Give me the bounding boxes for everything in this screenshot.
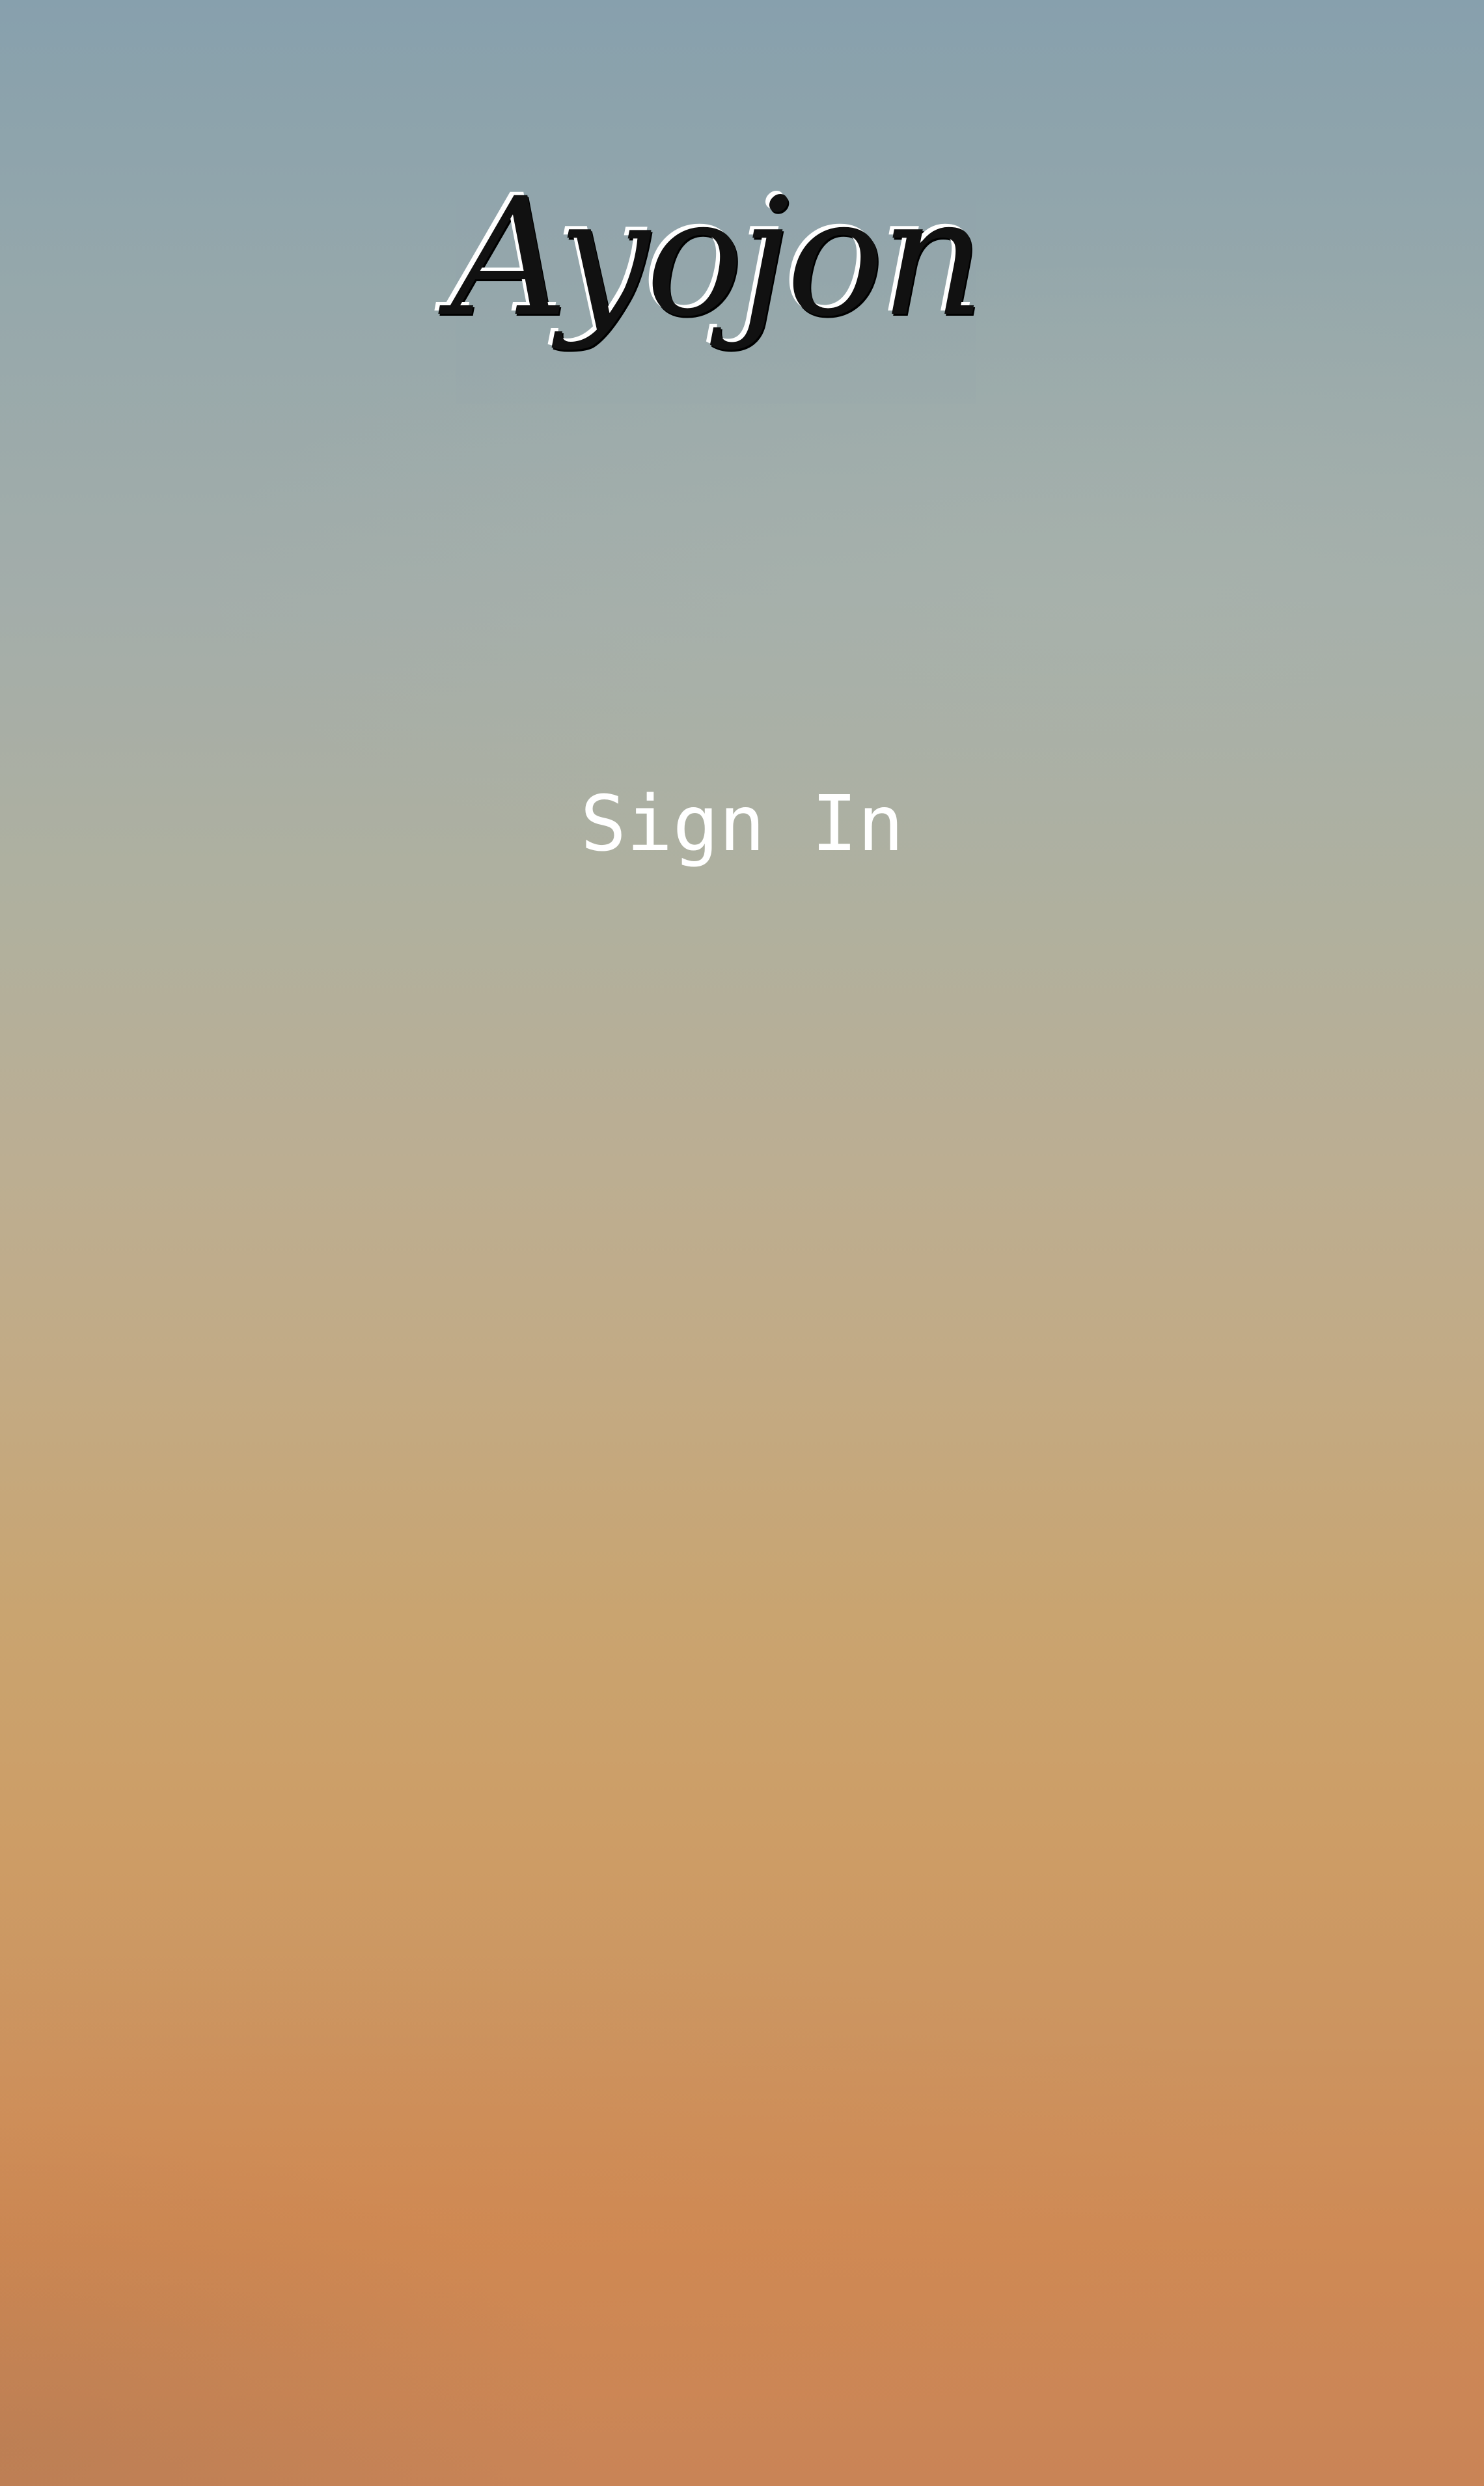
app-logo-text: Ayojon <box>450 162 985 352</box>
app-logo: Ayojon <box>450 111 985 404</box>
sign-in-button[interactable]: Sign In <box>514 768 970 879</box>
